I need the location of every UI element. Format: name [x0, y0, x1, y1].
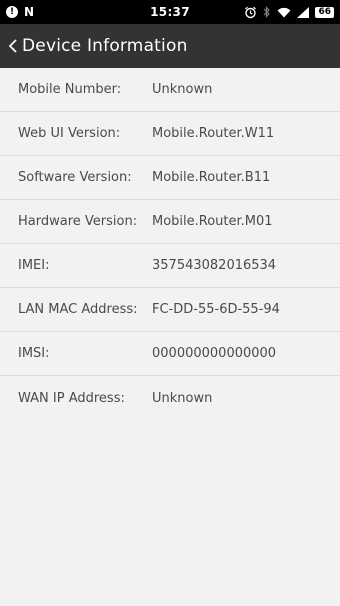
alert-icon: !	[6, 6, 18, 18]
info-row-lan-mac-address: LAN MAC Address: FC-DD-55-6D-55-94	[0, 288, 340, 332]
info-row-imsi: IMSI: 000000000000000	[0, 332, 340, 376]
info-row-mobile-number: Mobile Number: Unknown	[0, 68, 340, 112]
info-row-imei: IMEI: 357543082016534	[0, 244, 340, 288]
info-value: 357543082016534	[152, 258, 277, 273]
info-label: Mobile Number:	[18, 82, 122, 97]
chevron-left-icon[interactable]	[4, 34, 22, 58]
status-time: 15:37	[150, 5, 190, 19]
signal-icon	[297, 6, 310, 18]
info-value: 000000000000000	[152, 346, 277, 361]
info-value: Mobile.Router.B11	[152, 170, 271, 185]
status-bar: ! N 15:37 66	[0, 0, 340, 24]
info-row-hardware-version: Hardware Version: Mobile.Router.M01	[0, 200, 340, 244]
info-row-wan-ip-address: WAN IP Address: Unknown	[0, 376, 340, 420]
nfc-icon: N	[24, 5, 35, 19]
alarm-icon	[245, 6, 257, 18]
status-left-icons: ! N	[6, 5, 34, 19]
bluetooth-icon	[264, 6, 271, 18]
info-value: Unknown	[152, 390, 213, 406]
info-label: IMEI:	[18, 258, 50, 273]
info-label: WAN IP Address:	[18, 390, 125, 406]
info-label: Hardware Version:	[18, 214, 138, 229]
info-value: Mobile.Router.W11	[152, 126, 275, 141]
info-label: LAN MAC Address:	[18, 302, 138, 317]
info-row-web-ui-version: Web UI Version: Mobile.Router.W11	[0, 112, 340, 156]
info-label: IMSI:	[18, 346, 50, 361]
info-value: Unknown	[152, 82, 213, 97]
wifi-icon	[277, 7, 291, 17]
status-right-icons: 66	[244, 6, 334, 19]
info-label: Software Version:	[18, 170, 132, 185]
info-value: FC-DD-55-6D-55-94	[152, 302, 280, 317]
app-bar: Device Information	[0, 24, 340, 68]
device-info-list: Mobile Number: Unknown Web UI Version: M…	[0, 68, 340, 420]
page-title: Device Information	[22, 36, 188, 56]
info-value: Mobile.Router.M01	[152, 214, 273, 229]
battery-indicator: 66	[315, 6, 334, 18]
info-row-software-version: Software Version: Mobile.Router.B11	[0, 156, 340, 200]
info-label: Web UI Version:	[18, 126, 121, 141]
